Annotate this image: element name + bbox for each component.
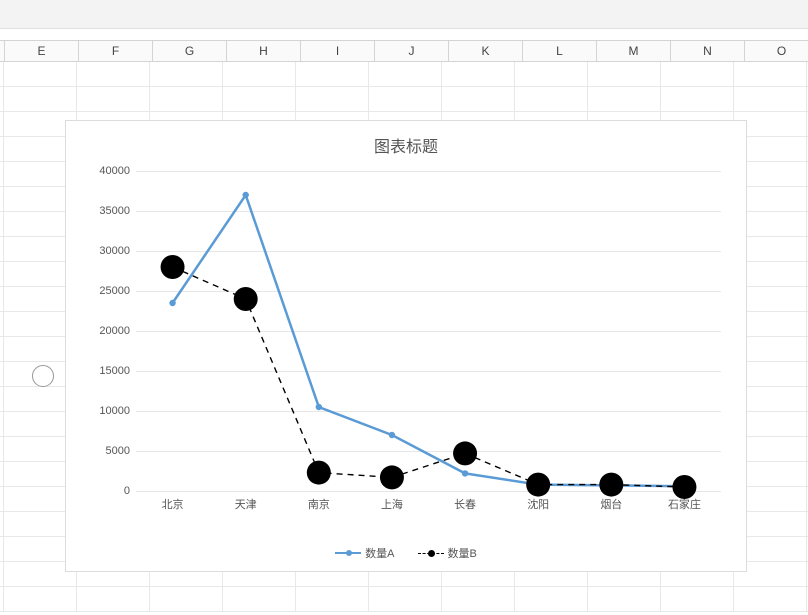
legend-label: 数量A bbox=[365, 545, 394, 561]
series-marker[interactable] bbox=[453, 441, 477, 465]
grid-cell[interactable] bbox=[150, 87, 223, 111]
grid-row[interactable] bbox=[0, 587, 808, 612]
grid-cell[interactable] bbox=[442, 87, 515, 111]
grid-cell[interactable] bbox=[4, 587, 77, 611]
chart-title[interactable]: 图表标题 bbox=[66, 133, 746, 157]
col-header[interactable]: J bbox=[375, 41, 449, 61]
col-header[interactable]: K bbox=[449, 41, 523, 61]
grid-cell[interactable] bbox=[661, 62, 734, 86]
grid-cell[interactable] bbox=[369, 87, 442, 111]
series-marker[interactable] bbox=[169, 300, 175, 306]
col-header[interactable]: I bbox=[301, 41, 375, 61]
series-marker[interactable] bbox=[307, 461, 331, 485]
grid-cell[interactable] bbox=[734, 587, 807, 611]
x-axis-label: 上海 bbox=[381, 496, 403, 512]
y-axis-label: 5000 bbox=[106, 445, 130, 457]
grid-row[interactable] bbox=[0, 62, 808, 87]
grid-cell[interactable] bbox=[442, 587, 515, 611]
series-marker[interactable] bbox=[316, 404, 322, 410]
x-axis-label: 天津 bbox=[235, 496, 257, 512]
grid-cell[interactable] bbox=[223, 62, 296, 86]
x-axis-label: 沈阳 bbox=[527, 496, 549, 512]
y-axis-label: 15000 bbox=[99, 365, 130, 377]
row-outline-handle-icon[interactable] bbox=[32, 365, 54, 387]
grid-cell[interactable] bbox=[369, 62, 442, 86]
grid-cell[interactable] bbox=[296, 587, 369, 611]
y-axis-label: 20000 bbox=[99, 325, 130, 337]
gridline bbox=[136, 491, 721, 492]
grid-cell[interactable] bbox=[515, 62, 588, 86]
series-svg bbox=[136, 171, 721, 491]
legend-label: 数量B bbox=[448, 545, 477, 561]
grid-row[interactable] bbox=[0, 87, 808, 112]
legend-item-b[interactable]: 数量B bbox=[418, 545, 477, 561]
grid-cell[interactable] bbox=[296, 62, 369, 86]
grid-cell[interactable] bbox=[223, 587, 296, 611]
col-header[interactable]: O bbox=[745, 41, 808, 61]
y-axis-label: 35000 bbox=[99, 205, 130, 217]
series-marker[interactable] bbox=[462, 470, 468, 476]
grid-cell[interactable] bbox=[150, 587, 223, 611]
series-marker[interactable] bbox=[526, 473, 550, 497]
series-marker[interactable] bbox=[380, 465, 404, 489]
grid-cell[interactable] bbox=[515, 87, 588, 111]
y-axis-label: 30000 bbox=[99, 245, 130, 257]
grid-cell[interactable] bbox=[4, 62, 77, 86]
grid-cell[interactable] bbox=[588, 87, 661, 111]
grid-cell[interactable] bbox=[734, 62, 807, 86]
grid-cell[interactable] bbox=[661, 587, 734, 611]
series-marker[interactable] bbox=[234, 287, 258, 311]
legend-swatch-dash-icon bbox=[418, 553, 444, 554]
grid-cell[interactable] bbox=[77, 587, 150, 611]
grid-cell[interactable] bbox=[369, 587, 442, 611]
series-marker[interactable] bbox=[389, 432, 395, 438]
grid-cell[interactable] bbox=[77, 62, 150, 86]
ribbon-area bbox=[0, 0, 808, 29]
column-headers[interactable]: E F G H I J K L M N O bbox=[0, 40, 808, 62]
col-header[interactable]: E bbox=[5, 41, 79, 61]
chart-legend[interactable]: 数量A 数量B bbox=[66, 545, 746, 562]
x-axis-label: 南京 bbox=[308, 496, 330, 512]
plot-area[interactable]: 0500010000150002000025000300003500040000… bbox=[136, 171, 721, 491]
grid-cell[interactable] bbox=[588, 587, 661, 611]
x-axis-label: 烟台 bbox=[600, 496, 622, 512]
grid-cell[interactable] bbox=[515, 587, 588, 611]
grid-cell[interactable] bbox=[442, 62, 515, 86]
chart-object[interactable]: 图表标题 05000100001500020000250003000035000… bbox=[65, 120, 747, 572]
legend-swatch-line-icon bbox=[335, 552, 361, 554]
x-axis-label: 长春 bbox=[454, 496, 476, 512]
col-header[interactable]: N bbox=[671, 41, 745, 61]
series-marker[interactable] bbox=[599, 473, 623, 497]
series-marker[interactable] bbox=[242, 192, 248, 198]
col-header[interactable]: F bbox=[79, 41, 153, 61]
grid-cell[interactable] bbox=[296, 87, 369, 111]
grid-cell[interactable] bbox=[77, 87, 150, 111]
y-axis-label: 10000 bbox=[99, 405, 130, 417]
col-header[interactable]: G bbox=[153, 41, 227, 61]
grid-cell[interactable] bbox=[4, 87, 77, 111]
y-axis-label: 25000 bbox=[99, 285, 130, 297]
y-axis-label: 40000 bbox=[99, 165, 130, 177]
col-header[interactable]: H bbox=[227, 41, 301, 61]
series-marker[interactable] bbox=[672, 475, 696, 499]
y-axis-label: 0 bbox=[124, 485, 130, 497]
col-header[interactable]: M bbox=[597, 41, 671, 61]
series-marker[interactable] bbox=[161, 255, 185, 279]
x-axis-label: 北京 bbox=[162, 496, 184, 512]
grid-cell[interactable] bbox=[588, 62, 661, 86]
grid-cell[interactable] bbox=[734, 87, 807, 111]
legend-item-a[interactable]: 数量A bbox=[335, 545, 394, 561]
col-header[interactable]: L bbox=[523, 41, 597, 61]
grid-cell[interactable] bbox=[223, 87, 296, 111]
grid-cell[interactable] bbox=[150, 62, 223, 86]
series-line[interactable] bbox=[173, 195, 685, 486]
grid-cell[interactable] bbox=[661, 87, 734, 111]
